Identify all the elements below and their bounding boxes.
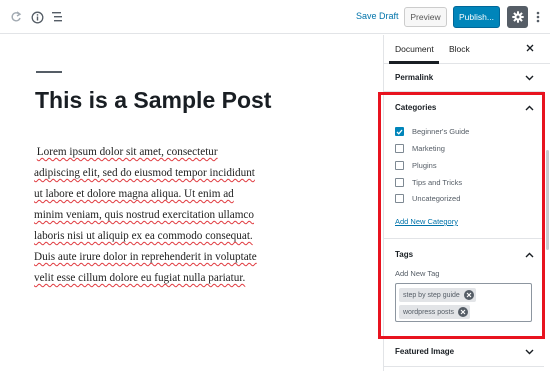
permalink-panel[interactable]: Permalink: [384, 64, 544, 92]
remove-tag-icon[interactable]: [463, 290, 474, 300]
tab-document[interactable]: Document: [395, 44, 434, 54]
category-label: Beginner's Guide: [412, 127, 470, 136]
add-new-tag-label: Add New Tag: [395, 269, 440, 278]
tag-text: wordpress posts: [403, 308, 454, 316]
publish-button[interactable]: Publish...: [453, 6, 500, 28]
permalink-title: Permalink: [395, 73, 434, 82]
checkbox[interactable]: [395, 144, 404, 153]
checkbox[interactable]: [395, 127, 404, 136]
sidebar-scrollbar[interactable]: [546, 150, 549, 250]
paragraph-line: Lorem ipsum dolor sit amet, consectetur: [36, 146, 218, 158]
paragraph-line: ut labore et dolore magna aliqua. Ut eni…: [34, 188, 234, 200]
check-icon: [396, 129, 403, 135]
category-label: Tips and Tricks: [412, 178, 463, 187]
category-label: Marketing: [412, 144, 445, 153]
preview-button[interactable]: Preview: [404, 7, 447, 27]
chevron-down-icon: [524, 348, 534, 356]
checkbox[interactable]: [395, 178, 404, 187]
categories-title[interactable]: Categories: [395, 103, 436, 112]
remove-tag-icon[interactable]: [457, 307, 468, 317]
editor-canvas: This is a Sample Post Lorem ipsum dolor …: [0, 35, 383, 371]
checkbox[interactable]: [395, 161, 404, 170]
save-draft-link[interactable]: Save Draft: [356, 11, 399, 21]
paragraph-line: laboris nisi ut aliquip ex ea commodo co…: [34, 230, 253, 242]
chevron-down-icon: [524, 74, 534, 82]
paragraph-line: adipiscing elit, sed do eiusmod tempor i…: [34, 167, 255, 179]
redo-icon[interactable]: [8, 9, 24, 25]
gear-icon: [511, 11, 524, 23]
add-new-category-link[interactable]: Add New Category: [395, 217, 458, 226]
chevron-up-icon[interactable]: [524, 251, 534, 259]
settings-button[interactable]: [507, 6, 528, 28]
paragraph-line: velit esse cillum dolore eu fugiat nulla…: [34, 272, 246, 284]
more-vertical-icon[interactable]: [534, 9, 542, 25]
info-icon[interactable]: [29, 9, 45, 25]
category-label: Uncategorized: [412, 194, 461, 203]
settings-sidebar: Document Block Permalink Categories Begi…: [383, 35, 550, 371]
featured-image-panel[interactable]: Featured Image: [384, 339, 544, 367]
category-checkbox-item[interactable]: Plugins: [395, 160, 437, 171]
chevron-up-icon[interactable]: [524, 104, 534, 112]
paragraph-line: minim veniam, quis nostrud exercitation …: [34, 209, 254, 221]
checkbox[interactable]: [395, 194, 404, 203]
category-label: Plugins: [412, 161, 437, 170]
tags-input[interactable]: step by step guide wordpress posts: [395, 283, 532, 322]
tag-token: step by step guide: [399, 288, 476, 302]
tag-token: wordpress posts: [399, 305, 470, 319]
post-paragraph[interactable]: Lorem ipsum dolor sit amet, consectetur …: [34, 142, 334, 289]
tag-text: step by step guide: [403, 291, 460, 299]
category-checkbox-item[interactable]: Marketing: [395, 143, 445, 154]
tab-block[interactable]: Block: [449, 44, 470, 54]
tags-title[interactable]: Tags: [395, 250, 413, 259]
category-checkbox-item[interactable]: Uncategorized: [395, 193, 460, 204]
close-icon[interactable]: [524, 42, 536, 54]
category-checkbox-item[interactable]: Tips and Tricks: [395, 177, 462, 188]
featured-image-title: Featured Image: [395, 347, 455, 356]
category-checkbox-item[interactable]: Beginner's Guide: [395, 126, 469, 137]
title-separator: [36, 71, 62, 73]
sidebar-tabs: Document Block: [384, 35, 550, 64]
paragraph-line: Duis aute irure dolor in reprehenderit i…: [34, 251, 257, 263]
list-view-icon[interactable]: [50, 9, 66, 25]
editor-toolbar: Save Draft Preview Publish...: [0, 0, 550, 34]
post-title[interactable]: This is a Sample Post: [35, 87, 271, 114]
